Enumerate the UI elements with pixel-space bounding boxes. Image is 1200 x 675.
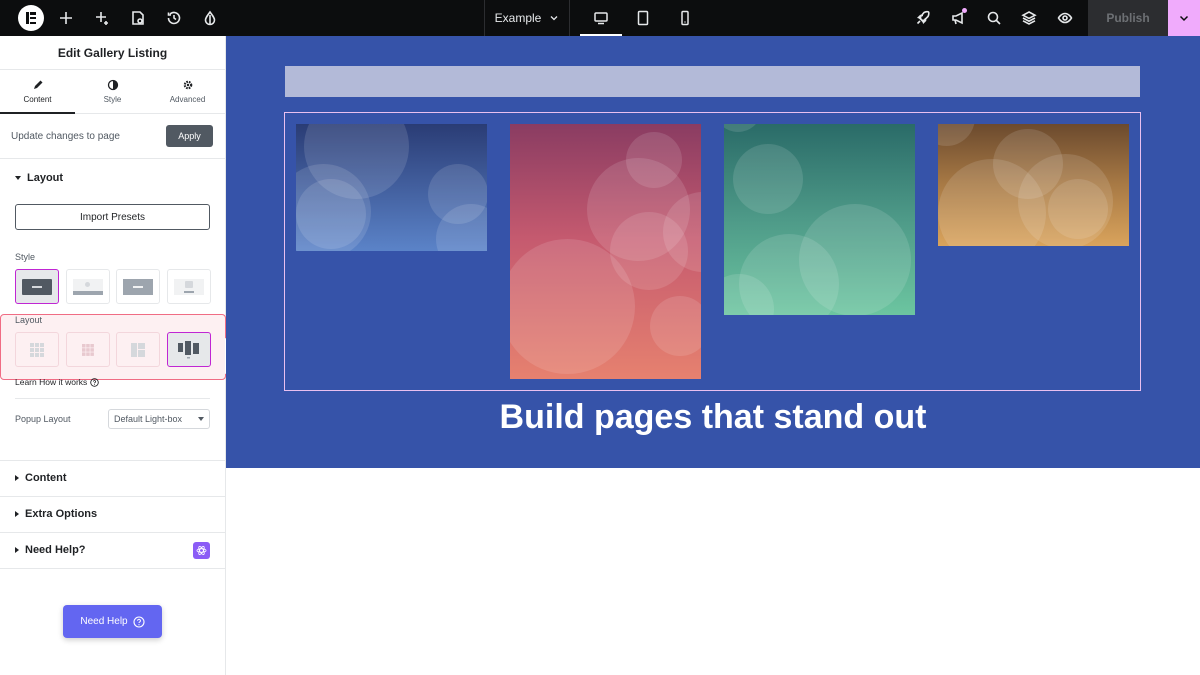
publish-options-button[interactable] (1168, 0, 1200, 36)
panel-title: Edit Gallery Listing (0, 36, 225, 70)
document-selector[interactable]: Example (484, 0, 570, 36)
learn-how-label: Learn How it works (15, 377, 88, 387)
import-presets-button[interactable]: Import Presets (15, 204, 210, 230)
hero-section: Build pages that stand out (226, 36, 1200, 468)
need-help-button[interactable]: Need Help (63, 605, 162, 638)
top-bar: Example Publish (0, 0, 1200, 36)
style-option-2[interactable] (65, 269, 110, 304)
notification-dot (962, 8, 967, 13)
caret-right-icon (15, 547, 19, 553)
need-help-label: Need Help (80, 616, 128, 627)
tablet-icon[interactable] (622, 0, 664, 36)
popup-layout-label: Popup Layout (15, 414, 71, 424)
divider (15, 398, 210, 399)
desktop-icon[interactable] (580, 0, 622, 36)
half-circle-icon (107, 79, 118, 91)
caret-down-icon (198, 417, 204, 421)
preview-canvas: Build pages that stand out (226, 36, 1200, 675)
update-text: Update changes to page (11, 130, 120, 142)
grid-icon (30, 342, 44, 357)
chevron-down-icon (1179, 15, 1189, 22)
gallery-image-3[interactable] (724, 124, 915, 315)
plus-icon[interactable] (48, 0, 84, 36)
section-extra-options-toggle[interactable]: Extra Options (0, 496, 226, 532)
layout-label: Layout (15, 315, 43, 325)
update-changes-row: Update changes to page Apply (0, 114, 225, 159)
sparkle-icon[interactable] (84, 0, 120, 36)
announcement-icon[interactable] (941, 0, 977, 36)
section-layout-toggle[interactable]: Layout (0, 172, 63, 184)
rocket-icon[interactable] (905, 0, 941, 36)
caret-down-icon (15, 176, 21, 180)
grid-small-icon (81, 343, 94, 356)
publish-button[interactable]: Publish (1088, 0, 1168, 36)
search-icon[interactable] (976, 0, 1012, 36)
learn-how-link[interactable]: Learn How it works (15, 377, 100, 387)
style-option-3[interactable] (116, 269, 160, 304)
section-content-title: Content (25, 472, 67, 484)
style-label: Style (15, 252, 36, 262)
section-need-help-toggle[interactable]: Need Help? (0, 532, 226, 568)
preview-eye-icon[interactable] (1047, 0, 1083, 36)
section-divider (0, 568, 226, 569)
section-need-help-title: Need Help? (25, 544, 86, 556)
editor-panel: Edit Gallery Listing Content Style Advan… (0, 36, 226, 675)
masonry-icon (131, 342, 145, 357)
gallery-image-1[interactable] (296, 124, 487, 251)
tab-style[interactable]: Style (75, 70, 150, 113)
question-circle-icon (133, 615, 145, 628)
tab-advanced-label: Advanced (169, 95, 206, 104)
chevron-down-icon (550, 16, 558, 21)
history-icon[interactable] (156, 0, 192, 36)
popup-layout-value: Default Light-box (114, 414, 183, 424)
mobile-icon[interactable] (664, 0, 706, 36)
pencil-icon (33, 80, 42, 89)
atom-icon (193, 541, 210, 559)
justified-icon (177, 340, 199, 358)
document-name: Example (494, 11, 542, 25)
style-option-4[interactable] (166, 269, 211, 304)
gallery-image-2[interactable] (510, 124, 701, 379)
theme-style-icon[interactable] (192, 0, 228, 36)
panel-tabs: Content Style Advanced (0, 70, 225, 114)
style-option-1[interactable] (15, 269, 59, 304)
section-extra-options-title: Extra Options (25, 508, 98, 520)
style-options (15, 269, 211, 304)
apply-button[interactable]: Apply (166, 125, 213, 147)
caret-right-icon (15, 475, 19, 481)
tab-content[interactable]: Content (0, 70, 75, 114)
placeholder-bar[interactable] (285, 66, 1140, 97)
tab-advanced[interactable]: Advanced (150, 70, 225, 113)
gear-icon (183, 80, 192, 90)
tab-style-label: Style (103, 95, 122, 104)
layers-icon[interactable] (1012, 0, 1048, 36)
gallery-image-4[interactable] (938, 124, 1129, 246)
question-circle-icon (90, 377, 100, 387)
layout-options (15, 332, 211, 367)
popup-layout-select[interactable]: Default Light-box (108, 409, 210, 429)
hero-heading[interactable]: Build pages that stand out (226, 398, 1200, 437)
popup-layout-row: Popup Layout Default Light-box (15, 409, 210, 429)
elementor-logo-icon[interactable] (18, 5, 44, 31)
section-content-toggle[interactable]: Content (0, 460, 226, 496)
layout-grid-tight-option[interactable] (65, 332, 110, 367)
section-layout-title: Layout (27, 172, 64, 184)
layout-grid-option[interactable] (15, 332, 59, 367)
tab-content-label: Content (23, 95, 52, 104)
caret-right-icon (15, 511, 19, 517)
layout-justified-option[interactable] (166, 332, 211, 367)
layout-masonry-option[interactable] (116, 332, 160, 367)
page-settings-icon[interactable] (120, 0, 156, 36)
